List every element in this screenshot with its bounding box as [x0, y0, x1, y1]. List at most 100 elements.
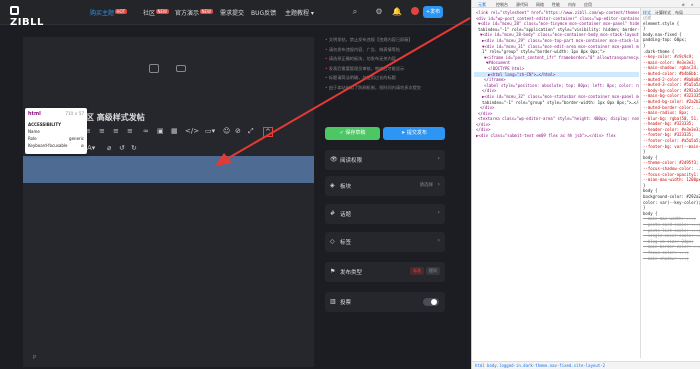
settings-icon[interactable]: ⚙: [374, 7, 384, 17]
style-rule-line[interactable]: --posts-card-scale: ...;: [641, 222, 700, 228]
submit-post-button[interactable]: ➤ 提交发布: [383, 127, 445, 140]
post-editor: [23, 37, 314, 367]
option-tags[interactable]: ◇ 标签 ›: [325, 232, 445, 252]
chevron-right-icon: ›: [437, 155, 440, 162]
avatar[interactable]: [410, 7, 420, 17]
style-rule-line[interactable]: --mian-max-width: 1200px;: [641, 177, 700, 183]
top-navigation-bar: ZIBLL 购买主题 HOT 社区 NEW 官方演示 NEW 需求提交 BUG反馈 主…: [0, 0, 471, 28]
devtools-tabs: 元素 控制台 源代码 网络 性能 内存 应用 ⚙ ✕: [472, 0, 700, 8]
image-upload-icon[interactable]: [149, 64, 159, 73]
dom-line[interactable]: <label style="position: absolute; top: 8…: [474, 83, 639, 89]
style-rule-line[interactable]: --footer-bg: var(--main-bg);: [641, 144, 700, 150]
new-badge: NEW: [200, 9, 213, 14]
nav-item-community[interactable]: 社区 NEW: [143, 8, 169, 17]
dom-line[interactable]: ▶<div class="submit-text em09 flex ac hh…: [474, 133, 639, 139]
expand-icon[interactable]: ⤢: [248, 127, 254, 136]
style-rule-line[interactable]: --muted-3-color: #5a5a5a;: [641, 82, 700, 88]
save-draft-button[interactable]: ✓ 保存草稿: [325, 127, 380, 140]
video-upload-icon[interactable]: [176, 65, 186, 72]
style-rule-line[interactable]: --key-color: #c9c9c9;: [641, 54, 700, 60]
editor-toolbar: ≡ ≡ ≡ ≡ ∞ ▣ ▦ </> ▭▾ ☺ ⊘ ⤢ ^: [85, 127, 285, 139]
style-rule-line[interactable]: --single-cover-scale: ...;: [641, 233, 700, 239]
logo-mark-icon: [10, 6, 19, 15]
media-bar: [145, 62, 195, 76]
dom-line[interactable]: <link rel="stylesheet" href="https://www…: [474, 10, 639, 16]
tab-computed[interactable]: 计算样式: [655, 10, 671, 16]
tab-application[interactable]: 应用: [584, 2, 592, 8]
nav-item-requests[interactable]: 需求提交: [220, 8, 244, 17]
dom-line[interactable]: <textarea class="wp-editor-area" style="…: [474, 116, 639, 122]
inspected-element-highlight: [23, 156, 314, 183]
search-icon[interactable]: ⌕: [350, 7, 360, 17]
nav-item-buy-theme[interactable]: 购买主题 HOT: [90, 8, 127, 17]
dom-line[interactable]: ▼<div id="mceu_28" class="mce-tinymce mc…: [474, 21, 639, 27]
code-icon[interactable]: </>: [185, 127, 199, 135]
style-rule-line[interactable]: --main-shadow: ...;: [641, 256, 700, 262]
nav-item-tutorials[interactable]: 主题教程 ▾: [285, 8, 314, 17]
option-forum-section[interactable]: ◈ 板块 请选择 ›: [325, 176, 445, 196]
style-rule-line[interactable]: --focus-shadow-color: ...;: [641, 166, 700, 172]
style-rules: element.style {} body.nav-fixed { padding…: [641, 21, 700, 262]
unlink-icon[interactable]: ⌀: [107, 144, 111, 152]
dom-line[interactable]: tabindex="-1" role="group" style="border…: [474, 100, 639, 106]
align-justify-icon[interactable]: ≡: [127, 127, 133, 135]
media-icon[interactable]: ▭▾: [205, 127, 215, 135]
new-badge: NEW: [156, 9, 169, 14]
vote-icon: ▥: [330, 298, 336, 305]
devtools-panel: 元素 控制台 源代码 网络 性能 内存 应用 ⚙ ✕ <link rel="st…: [471, 0, 700, 369]
image-icon[interactable]: ▣: [157, 127, 164, 135]
collapse-toolbar-icon[interactable]: ^: [263, 127, 273, 137]
tab-layout[interactable]: 布局: [675, 10, 683, 16]
align-right-icon[interactable]: ≡: [113, 127, 119, 135]
vote-toggle[interactable]: [423, 298, 439, 306]
flag-icon: ⚑: [330, 268, 336, 275]
publish-button[interactable]: +发布: [423, 6, 443, 18]
gear-icon[interactable]: ⚙: [682, 2, 684, 7]
align-center-icon[interactable]: ≡: [99, 127, 105, 135]
dom-breadcrumb[interactable]: html body.logged-in.dark-theme.nav-fixed…: [472, 361, 700, 369]
nav-item-bug-report[interactable]: BUG反馈: [251, 8, 276, 17]
style-rule-line[interactable]: --footer-color: #a5a5a5;: [641, 138, 700, 144]
emoji-icon[interactable]: ☺: [223, 127, 230, 135]
hide-content-icon[interactable]: ⊘: [235, 127, 241, 135]
redo-icon[interactable]: ↻: [131, 144, 137, 152]
style-rule-line[interactable]: --muted-color: #b4b6bb;: [641, 71, 700, 77]
site-logo[interactable]: ZIBLL: [10, 6, 44, 28]
tab-styles[interactable]: 样式: [643, 10, 651, 16]
undo-icon[interactable]: ↺: [119, 144, 125, 152]
option-topic[interactable]: # 话题 ›: [325, 204, 445, 224]
dom-line[interactable]: ▶<div id="mceu_29" class="mce-top-part m…: [474, 38, 639, 44]
chevron-right-icon: ›: [437, 209, 440, 216]
style-rule-line[interactable]: --muted-bg-color: #2a2b2d;: [641, 99, 700, 105]
style-rule-line[interactable]: background-color: #292a2d;: [641, 194, 700, 200]
tab-performance[interactable]: 性能: [552, 2, 560, 8]
link-icon[interactable]: ∞: [143, 127, 149, 135]
tab-network[interactable]: 网络: [536, 2, 544, 8]
tab-sources[interactable]: 源代码: [516, 2, 528, 8]
hot-badge: HOT: [115, 9, 127, 14]
close-icon[interactable]: ✕: [691, 2, 693, 7]
dom-line[interactable]: ▶<div id="mceu_32" class="mce-statusbar …: [474, 94, 639, 100]
dom-tree: <link rel="stylesheet" href="https://www…: [474, 10, 639, 356]
chevron-right-icon: ›: [437, 181, 440, 188]
editor-toolbar-row-2: A▾ ⌀ ↺ ↻: [85, 144, 145, 154]
styles-pane: 样式 计算样式 布局 过滤 element.style {} body.nav-f…: [640, 8, 700, 358]
section-icon: ◈: [330, 182, 335, 189]
option-vote: ▥ 投票: [325, 292, 445, 312]
nav-item-demo[interactable]: 官方演示 NEW: [175, 8, 213, 17]
tab-memory[interactable]: 内存: [568, 2, 576, 8]
eye-icon: 👁: [330, 156, 338, 163]
editor-title-text: 区 高级样式发帖: [86, 113, 145, 122]
post-type-question[interactable]: 提问: [426, 267, 440, 275]
tab-elements[interactable]: 元素: [478, 2, 486, 8]
style-rule-line[interactable]: color: var(--key-color);: [641, 200, 700, 206]
bell-icon[interactable]: 🔔: [392, 7, 402, 17]
editor-path-indicator: P: [33, 355, 37, 361]
chevron-right-icon: ›: [437, 237, 440, 244]
option-read-permission[interactable]: 👁 阅读权限 ›: [325, 150, 445, 170]
post-type-standard[interactable]: 标准: [410, 267, 425, 275]
inspector-tooltip: html 710 × 57 ACCESSIBILITY Name Role gene…: [25, 108, 87, 154]
font-color-icon[interactable]: A▾: [87, 144, 95, 152]
table-icon[interactable]: ▦: [171, 127, 178, 135]
tab-console[interactable]: 控制台: [496, 2, 508, 8]
